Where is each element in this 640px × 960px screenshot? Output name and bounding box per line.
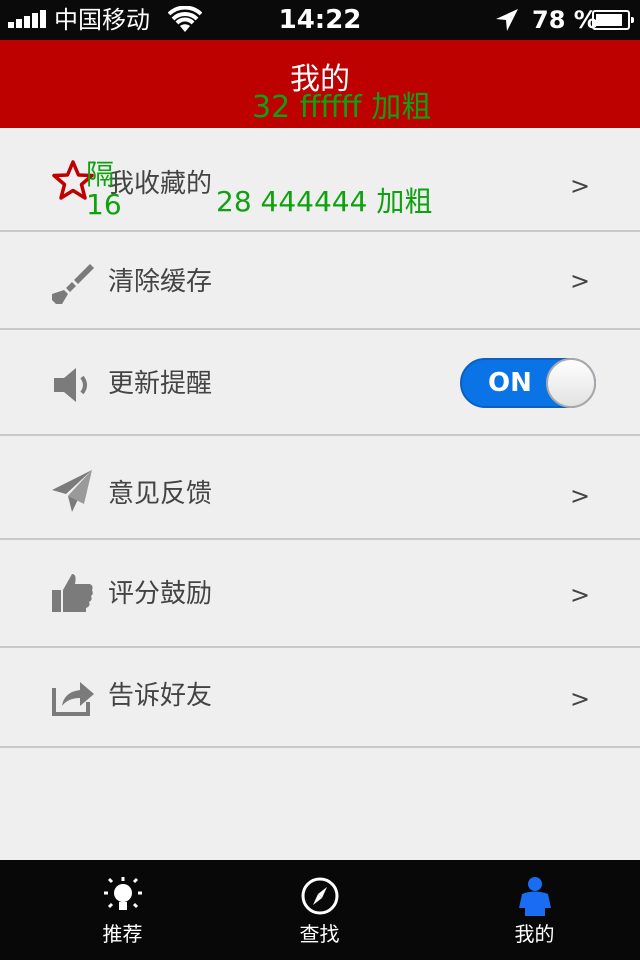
menu-label: 意见反馈 [108, 479, 213, 509]
menu-row-feedback[interactable]: 意见反馈 > [0, 436, 640, 540]
battery-percent: 78 % [532, 6, 598, 34]
annotation-note-spacing: 隔 16 [86, 158, 122, 221]
menu-label: 评分鼓励 [108, 579, 213, 609]
tab-search[interactable]: 查找 [213, 860, 426, 960]
annotation-note-font: 28 444444 加粗 [216, 185, 433, 218]
tab-label: 推荐 [102, 922, 143, 946]
status-bar: 中国移动 14:22 78 % [0, 0, 640, 40]
tab-mine[interactable]: 我的 [428, 860, 640, 960]
brush-icon [52, 264, 94, 304]
paper-plane-icon [52, 470, 92, 512]
menu-row-favorites[interactable]: 我收藏的 隔 16 28 444444 加粗 > [0, 128, 640, 232]
chevron-right-icon: > [570, 267, 591, 295]
menu-row-rate[interactable]: 评分鼓励 > [0, 540, 640, 648]
location-arrow-icon [496, 9, 518, 31]
menu-row-share[interactable]: 告诉好友 > [0, 648, 640, 748]
lightbulb-icon [103, 877, 142, 910]
update-reminder-toggle[interactable]: ON [460, 358, 596, 408]
chevron-right-icon: > [570, 685, 591, 713]
tab-label: 查找 [299, 922, 340, 946]
share-icon [52, 682, 94, 716]
menu-label: 我收藏的 [108, 169, 213, 199]
chevron-right-icon: > [570, 172, 591, 200]
chevron-right-icon: > [570, 482, 591, 510]
menu-row-clear-cache[interactable]: 清除缓存 > [0, 232, 640, 330]
battery-icon [592, 10, 634, 30]
compass-icon [301, 877, 338, 915]
toggle-state-label: ON [488, 368, 532, 398]
person-icon [518, 877, 551, 916]
nav-bar: 我的 32 ffffff 加粗 [0, 40, 640, 128]
menu-row-update-reminder: 更新提醒 ON [0, 330, 640, 436]
speaker-icon [54, 368, 87, 402]
menu-label: 更新提醒 [108, 369, 213, 399]
tab-recommend[interactable]: 推荐 [16, 860, 229, 960]
annotation-note: 32 ffffff 加粗 [252, 90, 432, 125]
toggle-knob[interactable] [546, 358, 596, 408]
tab-label: 我的 [514, 922, 555, 946]
thumbs-up-icon [52, 574, 93, 612]
chevron-right-icon: > [570, 581, 591, 609]
menu-label: 告诉好友 [108, 681, 213, 711]
tab-bar: 推荐 查找 我的 [0, 860, 640, 960]
menu-label: 清除缓存 [108, 267, 213, 297]
